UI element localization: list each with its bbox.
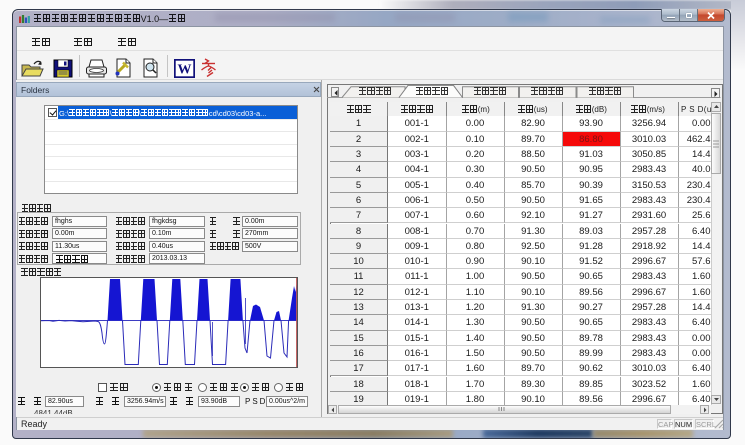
svg-text:W: W (178, 63, 192, 78)
